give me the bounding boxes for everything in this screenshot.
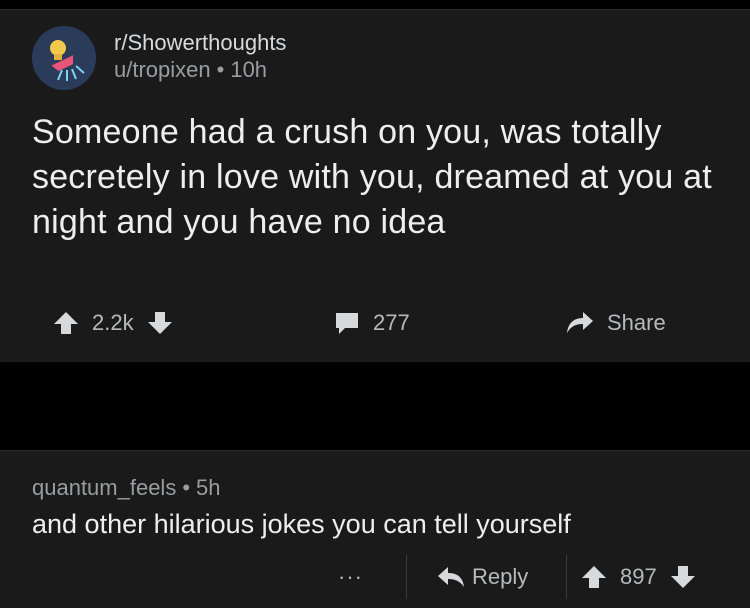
share-icon (565, 309, 595, 337)
comment-card[interactable]: quantum_feels • 5h and other hilarious jok… (0, 450, 750, 608)
more-options-label: ··· (338, 564, 363, 589)
comment-body: and other hilarious jokes you can tell y… (32, 509, 571, 539)
upvote-icon[interactable] (580, 563, 608, 591)
subreddit-name[interactable]: r/Showerthoughts (114, 30, 286, 56)
comment-vote-count: 897 (620, 564, 657, 589)
post-meta: r/Showerthoughts u/tropixen • 10h (114, 30, 286, 84)
comment-action-bar: ··· Reply 897 (0, 555, 750, 599)
more-options-button[interactable]: ··· (338, 555, 363, 599)
meta-separator: • (216, 57, 225, 82)
comment-icon (333, 309, 361, 337)
reply-button[interactable]: Reply (436, 555, 528, 599)
downvote-icon[interactable] (146, 309, 174, 337)
post-vote-count: 2.2k (92, 310, 134, 335)
meta-separator: • (182, 475, 191, 500)
action-divider (406, 555, 407, 599)
downvote-icon[interactable] (669, 563, 697, 591)
reply-label: Reply (472, 564, 529, 589)
comment-username[interactable]: quantum_feels (32, 475, 176, 500)
comments-button[interactable]: 277 (333, 305, 410, 341)
post-title[interactable]: Someone had a crush on you, was totally … (32, 110, 722, 245)
reply-icon (436, 564, 466, 590)
comment-meta: quantum_feels • 5h (32, 475, 221, 501)
action-divider (566, 555, 567, 599)
section-divider (0, 362, 750, 450)
comment-count: 277 (373, 310, 410, 335)
post-userline: u/tropixen • 10h (114, 56, 286, 84)
post-vote-group: 2.2k (52, 305, 174, 341)
post-card[interactable]: r/Showerthoughts u/tropixen • 10h Someone … (0, 9, 750, 363)
share-label: Share (607, 310, 666, 335)
app-frame: r/Showerthoughts u/tropixen • 10h Someone … (0, 0, 750, 608)
subreddit-avatar-icon[interactable] (32, 26, 96, 90)
upvote-icon[interactable] (52, 309, 80, 337)
post-time: 10h (230, 57, 268, 82)
post-username[interactable]: u/tropixen (114, 57, 211, 82)
comment-time: 5h (196, 475, 221, 500)
post-action-bar: 2.2k 277 Share (0, 305, 750, 341)
share-button[interactable]: Share (565, 305, 666, 341)
comment-vote-group: 897 (580, 555, 697, 599)
